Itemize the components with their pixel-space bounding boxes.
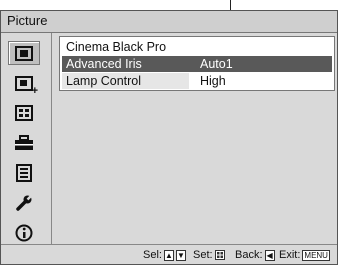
information-icon[interactable] <box>8 221 40 245</box>
enter-key-icon <box>214 250 225 260</box>
menu-item-label: Lamp Control <box>66 74 142 88</box>
menu-item-label: Cinema Black Pro <box>66 40 167 54</box>
down-arrow-key-icon: ▼ <box>175 249 186 261</box>
footer-set-label: Set: <box>193 249 213 261</box>
footer-set: Set: <box>193 249 225 261</box>
title-bar: Picture <box>1 11 337 33</box>
menu-list: Cinema Black Pro Advanced Iris Auto1 Lam… <box>59 36 335 91</box>
page-title: Picture <box>7 13 48 28</box>
menu-item-value: Auto1 <box>196 56 332 72</box>
menu-content: Cinema Black Pro Advanced Iris Auto1 Lam… <box>57 33 335 244</box>
menu-list-glyph-icon <box>16 164 32 182</box>
toolbox-glyph-icon <box>15 135 33 150</box>
up-arrow-key-icon: ▲ <box>163 249 174 261</box>
sidebar <box>1 33 52 244</box>
menu-item-cinema-black-pro[interactable]: Cinema Black Pro <box>62 39 332 55</box>
picture-icon[interactable] <box>8 41 40 65</box>
footer-select: Sel: ▲ ▼ <box>143 249 186 261</box>
menu-item-advanced-iris[interactable]: Advanced Iris Auto1 <box>62 56 332 72</box>
setup-icon[interactable] <box>8 131 40 155</box>
osd-menu-window: Picture + Cinema Black Pro Advanced Iris… <box>0 10 338 265</box>
footer-exit-label: Exit: <box>279 249 301 261</box>
menu-key-icon: MENU <box>302 249 330 261</box>
menu-item-label: Advanced Iris <box>66 57 142 71</box>
advanced-picture-glyph-icon <box>15 75 38 97</box>
footer-back-label: Back: <box>235 249 263 261</box>
menu-item-lamp-control[interactable]: Lamp Control High <box>62 73 332 89</box>
info-glyph-icon <box>15 224 33 242</box>
wrench-icon <box>16 195 32 211</box>
menu-setting-icon[interactable] <box>8 161 40 185</box>
installation-icon[interactable] <box>8 191 40 215</box>
screen-glyph-icon <box>15 105 33 121</box>
picture-glyph-icon <box>15 45 33 61</box>
screen-icon[interactable] <box>8 101 40 125</box>
advanced-picture-icon[interactable] <box>8 71 40 97</box>
footer-sel-label: Sel: <box>143 249 162 261</box>
footer-exit: Exit: MENU <box>279 249 330 261</box>
left-arrow-key-icon: ◀ <box>264 249 275 261</box>
footer-back: Back: ◀ <box>235 249 275 261</box>
footer-help-bar: Sel: ▲ ▼ Set: Back: ◀ Exit: MENU <box>1 244 337 265</box>
menu-item-value: High <box>196 73 332 89</box>
